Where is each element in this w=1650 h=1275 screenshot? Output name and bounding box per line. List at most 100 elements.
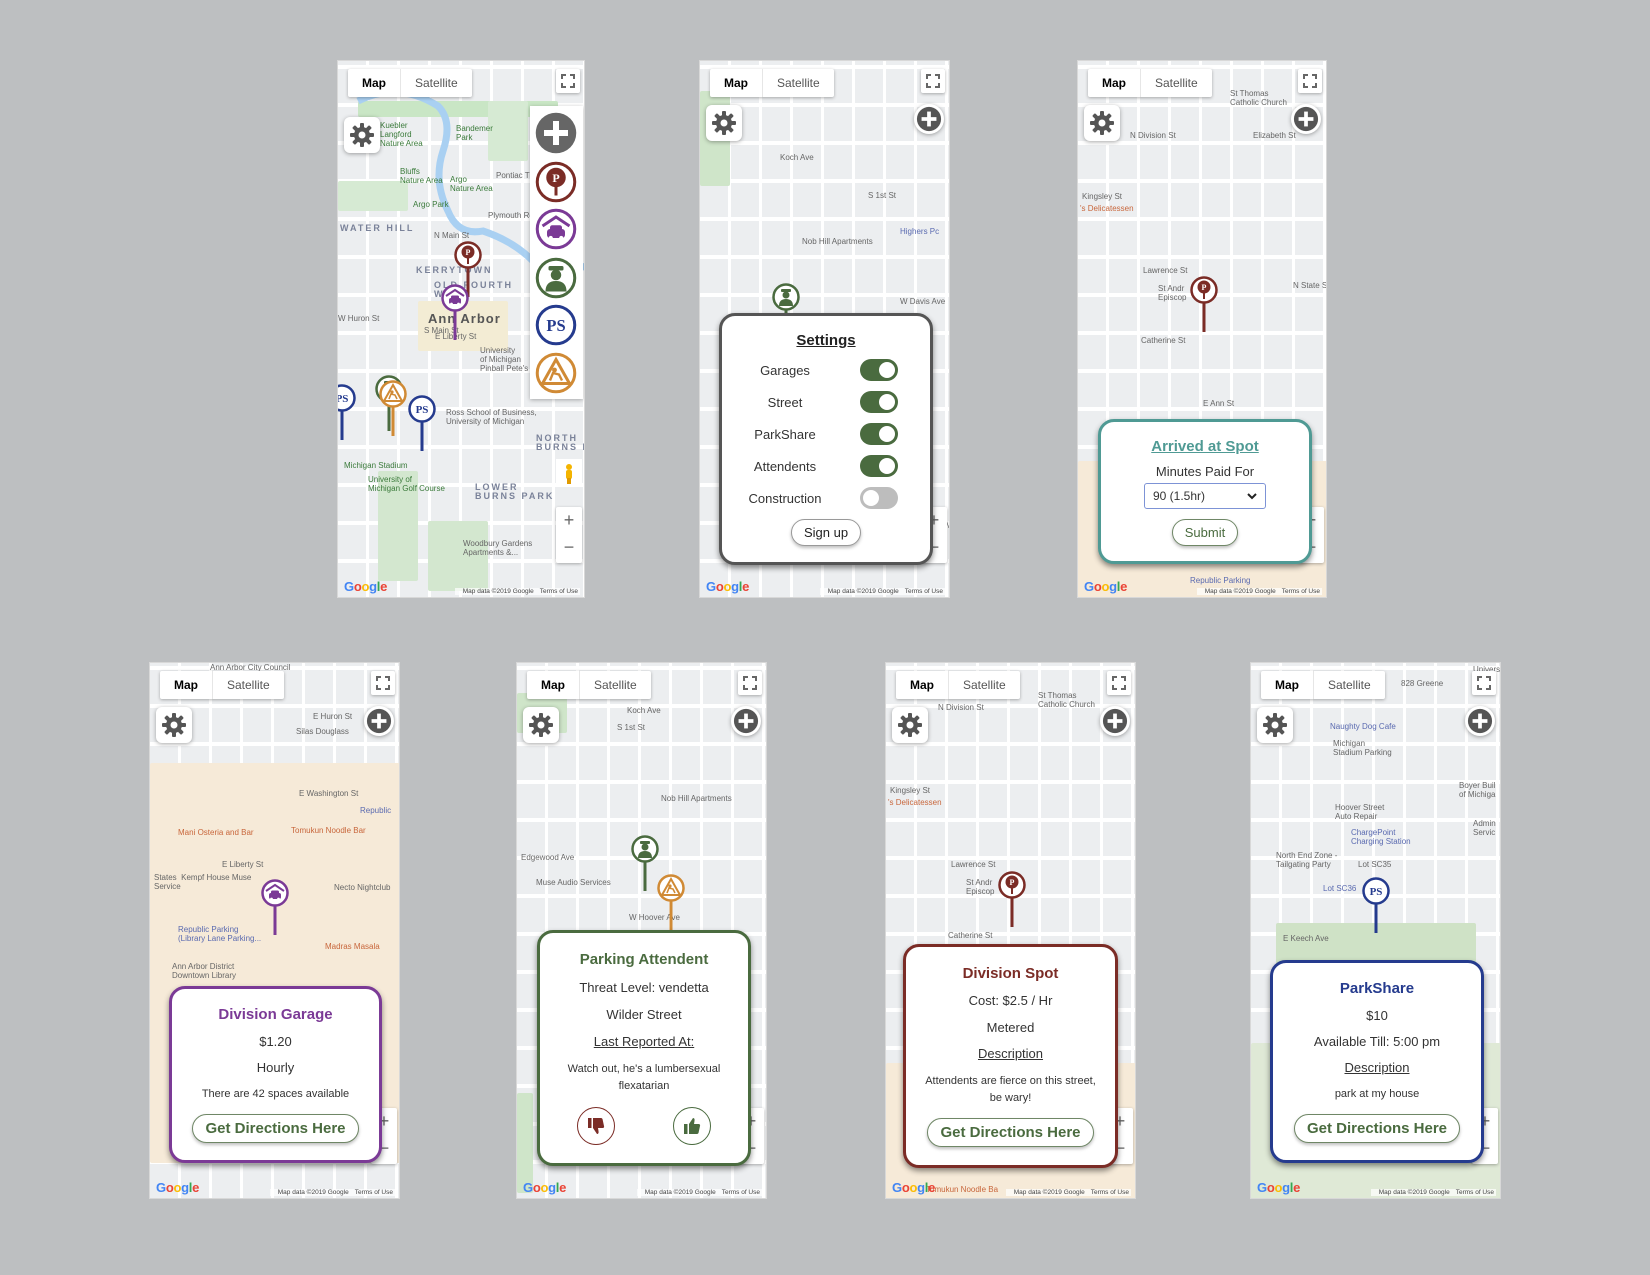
tab-map[interactable]: Map [1261, 671, 1314, 699]
pegman-icon[interactable] [556, 459, 582, 487]
card-detail: $1.20 [259, 1034, 292, 1049]
street-map-pin[interactable]: P [1190, 276, 1218, 334]
settings-button[interactable] [1257, 707, 1293, 743]
settings-button[interactable] [1084, 105, 1120, 141]
add-spot-button[interactable] [535, 112, 577, 154]
map-attribution: Map data ©2019 Google Terms of Use [1005, 1189, 1131, 1196]
map-data-text: Map data ©2019 Google [1204, 588, 1276, 595]
map-panel[interactable]: 828 Greene Naughty Dog Cafe Michigan Stadi… [1250, 662, 1501, 1199]
toggle-switch[interactable] [860, 423, 898, 445]
filter-construction-button[interactable] [535, 352, 577, 394]
toggle-switch[interactable] [860, 391, 898, 413]
tab-map[interactable]: Map [348, 69, 401, 97]
map-panel[interactable]: E Huron St Silas Douglass E Washington St R… [149, 662, 400, 1199]
terms-link[interactable]: Terms of Use [1282, 588, 1320, 595]
tab-satellite[interactable]: Satellite [763, 69, 834, 97]
get-directions-button[interactable]: Get Directions Here [192, 1114, 359, 1143]
toggle-switch[interactable] [860, 359, 898, 381]
thumbs-up-button[interactable] [673, 1107, 711, 1145]
map-panel[interactable]: St Thomas Catholic Church Kingsley St 's D… [885, 662, 1136, 1199]
card-description: There are 42 spaces available [201, 1088, 350, 1100]
add-spot-button[interactable] [731, 706, 761, 736]
fullscreen-button[interactable] [371, 671, 395, 695]
info-card: ParkShare $10 Available Till: 5:00 pm Descr… [1270, 960, 1484, 1163]
settings-button[interactable] [892, 707, 928, 743]
map-label: Madras Masala [325, 942, 380, 951]
tab-satellite[interactable]: Satellite [1314, 671, 1385, 699]
settings-button[interactable] [523, 707, 559, 743]
tab-satellite[interactable]: Satellite [1141, 69, 1212, 97]
terms-link[interactable]: Terms of Use [540, 588, 578, 595]
toggle-switch[interactable] [860, 487, 898, 509]
tab-satellite[interactable]: Satellite [401, 69, 472, 97]
fullscreen-button[interactable] [1107, 671, 1131, 695]
fullscreen-icon [376, 676, 390, 690]
terms-link[interactable]: Terms of Use [355, 1189, 393, 1196]
fullscreen-button[interactable] [1472, 671, 1496, 695]
street-parking-icon: P [535, 161, 577, 203]
tab-map[interactable]: Map [1088, 69, 1141, 97]
svg-text:P: P [552, 171, 559, 185]
fullscreen-button[interactable] [1298, 69, 1322, 93]
gear-icon [529, 713, 553, 737]
tab-satellite[interactable]: Satellite [213, 671, 284, 699]
garage-map-pin[interactable] [261, 879, 289, 937]
parkshare-map-pin[interactable]: PS [408, 395, 436, 453]
card-description: Attendents are fierce on this street, be… [925, 1074, 1096, 1104]
parkshare-map-pin[interactable]: PS [338, 384, 356, 442]
settings-button[interactable] [344, 117, 380, 153]
fullscreen-button[interactable] [556, 69, 580, 93]
construction-map-pin[interactable] [379, 380, 407, 438]
map-panel[interactable]: St Thomas Catholic Church Kingsley St 's D… [1077, 60, 1327, 598]
garage-icon [441, 284, 469, 340]
map-label: W Davis Ave [900, 297, 946, 306]
filter-attendant-button[interactable] [535, 257, 577, 299]
add-spot-button[interactable] [364, 706, 394, 736]
garage-map-pin[interactable] [441, 284, 469, 342]
settings-button[interactable] [706, 105, 742, 141]
terms-link[interactable]: Terms of Use [905, 588, 943, 595]
get-directions-button[interactable]: Get Directions Here [1293, 1114, 1461, 1143]
attendant-map-pin[interactable] [631, 835, 659, 893]
toggle-switch[interactable] [860, 455, 898, 477]
map-label: Highers Pc [900, 227, 940, 236]
zoom-in-button[interactable]: + [556, 507, 582, 534]
filter-parkshare-button[interactable]: PS [535, 304, 577, 346]
street-map-pin[interactable]: P [998, 871, 1026, 929]
terms-link[interactable]: Terms of Use [1456, 1189, 1494, 1196]
add-spot-button[interactable] [1100, 706, 1130, 736]
map-label: Lot SC35 [1358, 860, 1392, 869]
settings-button[interactable] [156, 707, 192, 743]
map-label: E Ann St [1203, 399, 1235, 408]
map-panel[interactable]: Bandemer Park Kuebler Langford Nature Are… [337, 60, 585, 598]
tab-map[interactable]: Map [710, 69, 763, 97]
minutes-select[interactable]: 90 (1.5hr) [1144, 483, 1266, 509]
fullscreen-button[interactable] [921, 69, 945, 93]
add-spot-button[interactable] [914, 104, 944, 134]
terms-link[interactable]: Terms of Use [722, 1189, 760, 1196]
add-spot-button[interactable] [1465, 706, 1495, 736]
map-panel[interactable]: Koch Ave Nob Hill Apartments Muse Audio Se… [516, 662, 767, 1199]
tab-satellite[interactable]: Satellite [580, 671, 651, 699]
tab-map[interactable]: Map [527, 671, 580, 699]
tab-map[interactable]: Map [160, 671, 213, 699]
zoom-out-button[interactable]: − [556, 534, 582, 561]
card-title: Division Spot [962, 964, 1059, 982]
parkshare-map-pin[interactable]: PS [1362, 877, 1390, 935]
filter-street-button[interactable]: P [535, 161, 577, 203]
submit-button[interactable]: Submit [1171, 518, 1239, 546]
tab-map[interactable]: Map [896, 671, 949, 699]
add-spot-button[interactable] [1291, 104, 1321, 134]
map-label: University of Michigan Pinball Pete's [480, 346, 529, 373]
card-description: Watch out, he's a lumbersexual flexatari… [567, 1063, 721, 1092]
tab-satellite[interactable]: Satellite [949, 671, 1020, 699]
terms-link[interactable]: Terms of Use [1091, 1189, 1129, 1196]
map-panel[interactable]: Koch Ave Nob Hill Apartments W Davis Ave Hi… [699, 60, 950, 598]
fullscreen-button[interactable] [738, 671, 762, 695]
map-attribution: Map data ©2019 Google Terms of Use [1196, 588, 1322, 595]
filter-garage-button[interactable] [535, 208, 577, 250]
sign-up-button[interactable]: Sign up [790, 519, 862, 546]
thumbs-down-button[interactable] [577, 1107, 615, 1145]
get-directions-button[interactable]: Get Directions Here [927, 1118, 1094, 1148]
construction-map-pin[interactable] [657, 874, 685, 932]
